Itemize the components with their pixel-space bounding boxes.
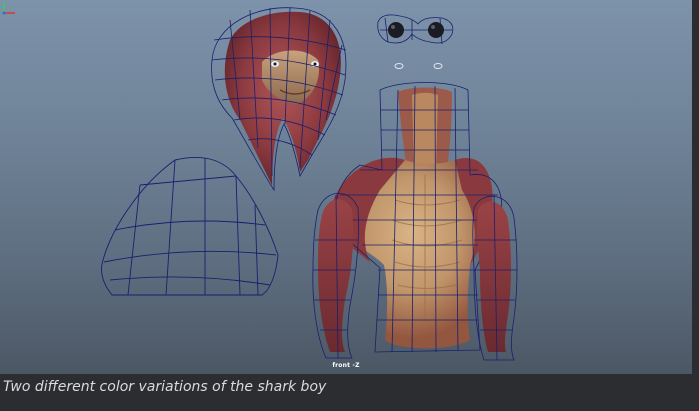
left-arm-uv-island <box>312 192 359 359</box>
image-caption: Two different color variations of the sh… <box>3 379 327 395</box>
head-uv-island <box>211 7 347 192</box>
uv-layout-canvas <box>101 7 518 361</box>
cap-uv-island <box>101 157 279 296</box>
screenshot-page: front -Z Two different color variations … <box>0 0 699 411</box>
eyes-uv-island <box>377 14 454 69</box>
axis-gizmo-icon <box>2 3 15 15</box>
camera-label: front -Z <box>332 362 360 369</box>
torso-uv-island <box>331 82 503 353</box>
3d-viewport[interactable]: front -Z <box>0 0 692 374</box>
